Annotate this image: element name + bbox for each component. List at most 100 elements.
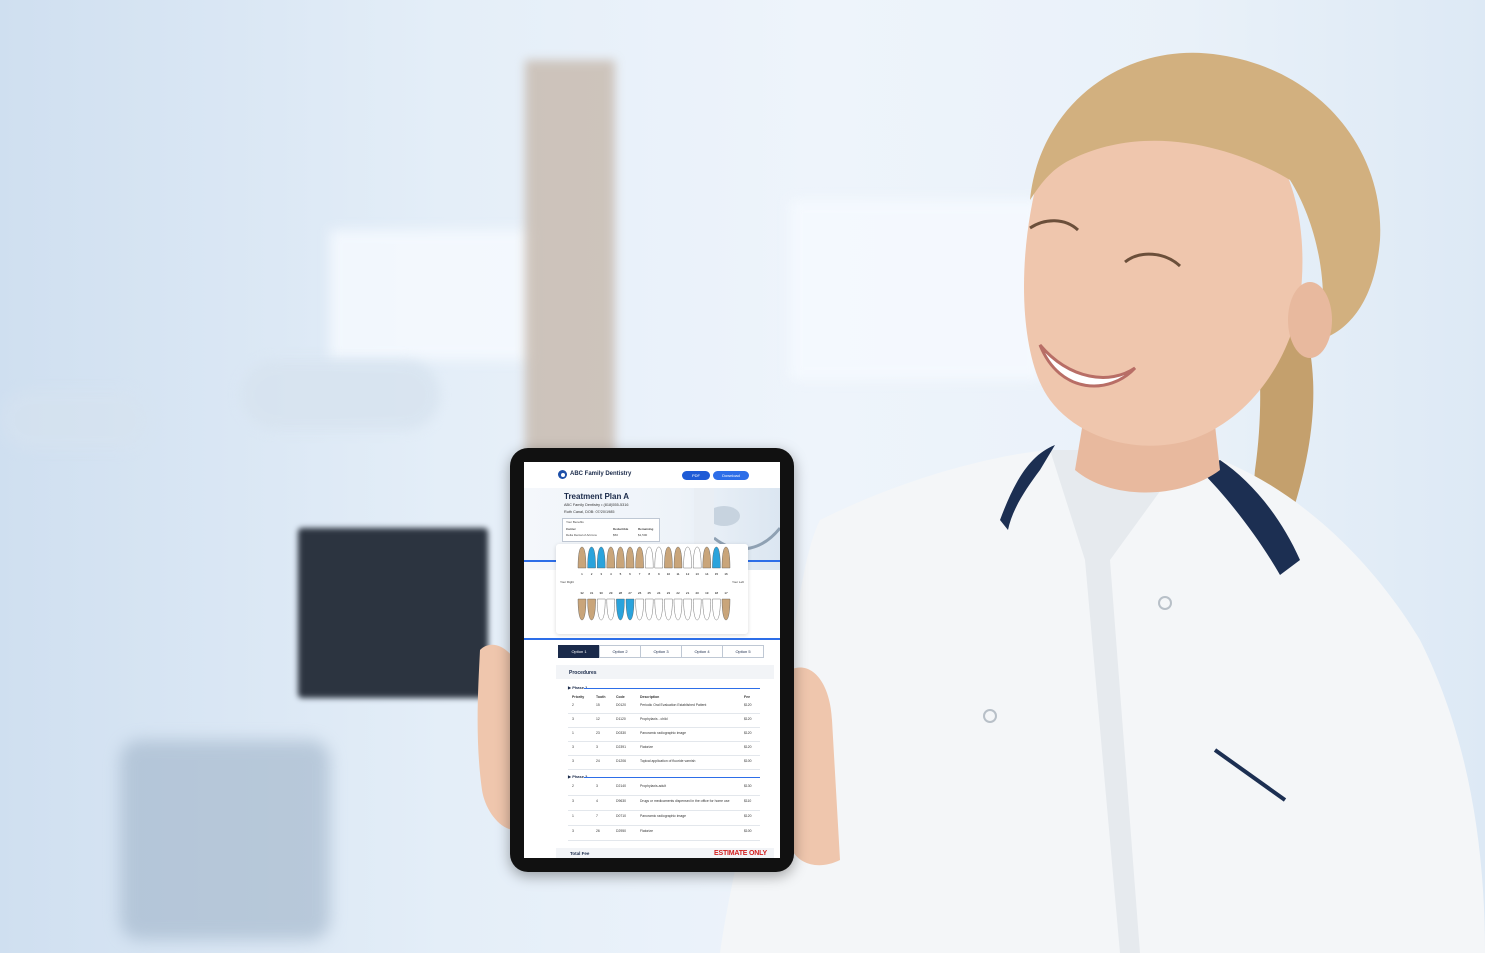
total-fee-label: Total Fee	[570, 851, 590, 856]
lower-tooth[interactable]	[616, 598, 625, 621]
cell-description: Flatorize	[640, 745, 654, 749]
lower-tooth-number: 30	[600, 591, 604, 595]
upper-tooth-number: 8	[648, 572, 650, 576]
cell-tooth: 15	[596, 703, 600, 707]
upper-tooth[interactable]	[625, 546, 635, 569]
upper-tooth[interactable]	[644, 546, 654, 569]
lower-tooth[interactable]	[692, 598, 702, 621]
upper-tooth[interactable]	[616, 546, 625, 569]
lower-tooth-number: 29	[609, 591, 613, 595]
procedure-row[interactable]: 3 26 D2950 Flatorize $100	[568, 825, 760, 841]
lower-tooth[interactable]	[702, 598, 712, 621]
cell-priority: 1	[572, 731, 574, 735]
cell-description: Panoramic radiographic image	[640, 731, 686, 735]
cell-description: Prophylaxis-adult	[640, 784, 667, 788]
tab-option-4[interactable]: Option 4	[681, 645, 723, 658]
upper-tooth[interactable]	[673, 546, 683, 569]
upper-tooth-number: 13	[696, 572, 700, 576]
lower-tooth[interactable]	[721, 598, 731, 621]
upper-tooth-number: 15	[715, 572, 719, 576]
procedure-row[interactable]: 1 23 D0330 Panoramic radiographic image $120	[568, 727, 760, 742]
lower-tooth[interactable]	[596, 598, 606, 621]
cell-tooth: 24	[596, 759, 600, 763]
lower-tooth[interactable]	[577, 598, 587, 621]
upper-tooth[interactable]	[721, 546, 731, 569]
lower-tooth-number: 28	[619, 591, 623, 595]
tablet-screen: ABC Family Dentistry PDF Download Treatm…	[524, 462, 780, 858]
procedures-title: Procedures	[569, 670, 597, 676]
upper-tooth[interactable]	[596, 546, 606, 569]
benefits-col-remaining: Remaining	[638, 527, 654, 531]
cell-priority: 2	[572, 784, 574, 788]
procedure-row[interactable]: 3 4 D9630 Drugs or medicaments dispensed in…	[568, 795, 760, 811]
tab-option-2[interactable]: Option 2	[599, 645, 641, 658]
your-right-label: Your Right	[560, 580, 574, 584]
estimate-only-stamp: ESTIMATE ONLY	[714, 850, 768, 857]
upper-tooth-number: 4	[610, 572, 612, 576]
tab-option-1[interactable]: Option 1	[558, 645, 600, 658]
download-button[interactable]: Download	[713, 471, 749, 480]
upper-tooth[interactable]	[587, 546, 596, 569]
tab-option-5[interactable]: Option 5	[722, 645, 764, 658]
upper-tooth-number: 3	[600, 572, 602, 576]
tab-label: Option 2	[612, 649, 628, 654]
app-header: ABC Family Dentistry PDF Download	[524, 462, 780, 489]
upper-tooth[interactable]	[606, 546, 616, 569]
procedure-row[interactable]: 2 15 D0120 Periodic Oral Evaluation Establi…	[568, 699, 760, 714]
lower-tooth[interactable]	[683, 598, 692, 621]
tab-label: Option 1	[571, 649, 587, 654]
upper-tooth[interactable]	[712, 546, 721, 569]
upper-tooth-number: 5	[620, 572, 622, 576]
cell-fee: $120	[744, 745, 752, 749]
lower-tooth-number: 22	[676, 591, 680, 595]
lower-tooth[interactable]	[635, 598, 644, 621]
procedure-row[interactable]: 1 7 D0710 Panoramic radiographic image $120	[568, 810, 760, 826]
download-button-label: Download	[722, 473, 740, 478]
lower-tooth[interactable]	[644, 598, 654, 621]
upper-tooth[interactable]	[654, 546, 664, 569]
upper-tooth[interactable]	[664, 546, 673, 569]
lower-tooth[interactable]	[712, 598, 721, 621]
lower-tooth[interactable]	[654, 598, 664, 621]
cell-tooth: 7	[596, 814, 598, 818]
cell-priority: 3	[572, 759, 574, 763]
benefits-table: Your Benefits Carrier Deductible Remaini…	[562, 518, 660, 542]
tab-label: Option 4	[694, 649, 710, 654]
procedure-row[interactable]: 3 24 D1206 Topical application of fluoride …	[568, 755, 760, 770]
upper-tooth[interactable]	[577, 546, 587, 569]
phase-2-rule	[584, 777, 760, 778]
lower-tooth-number: 19	[705, 591, 709, 595]
plan-title: Treatment Plan A	[564, 492, 630, 501]
lower-tooth[interactable]	[606, 598, 616, 621]
lower-tooth[interactable]	[673, 598, 683, 621]
phase-1-rule	[584, 688, 760, 689]
lower-tooth-number: 17	[724, 591, 728, 595]
lower-tooth[interactable]	[625, 598, 635, 621]
cell-priority: 3	[572, 745, 574, 749]
upper-tooth-number: 10	[667, 572, 671, 576]
cell-description: Topical application of fluoride varnish	[640, 759, 696, 763]
tab-label: Option 5	[735, 649, 751, 654]
procedure-row[interactable]: 2 3 D2140 Prophylaxis-adult $130	[568, 780, 760, 796]
procedure-row[interactable]: 3 12 D1120 Prophylaxis - child $120	[568, 713, 760, 728]
tab-option-3[interactable]: Option 3	[640, 645, 682, 658]
lower-tooth[interactable]	[587, 598, 596, 621]
option-tabs: Option 1 Option 2 Option 3 Option 4 Opti…	[558, 645, 766, 658]
cell-tooth: 3	[596, 784, 598, 788]
upper-tooth[interactable]	[683, 546, 692, 569]
benefits-deductible: $50	[613, 533, 619, 537]
lower-tooth[interactable]	[664, 598, 673, 621]
upper-tooth[interactable]	[635, 546, 644, 569]
total-fee-bar: Total Fee ESTIMATE ONLY	[556, 848, 774, 858]
tab-label: Option 3	[653, 649, 669, 654]
cell-code: D1206	[616, 759, 626, 763]
pdf-button[interactable]: PDF	[682, 471, 710, 480]
cell-tooth: 12	[596, 717, 600, 721]
upper-tooth-number: 6	[629, 572, 631, 576]
upper-tooth[interactable]	[692, 546, 702, 569]
cell-priority: 1	[572, 814, 574, 818]
lower-tooth-number: 18	[715, 591, 719, 595]
upper-tooth[interactable]	[702, 546, 712, 569]
procedure-row[interactable]: 3 3 D2391 Flatorize $120	[568, 741, 760, 756]
lower-tooth-number: 26	[638, 591, 642, 595]
